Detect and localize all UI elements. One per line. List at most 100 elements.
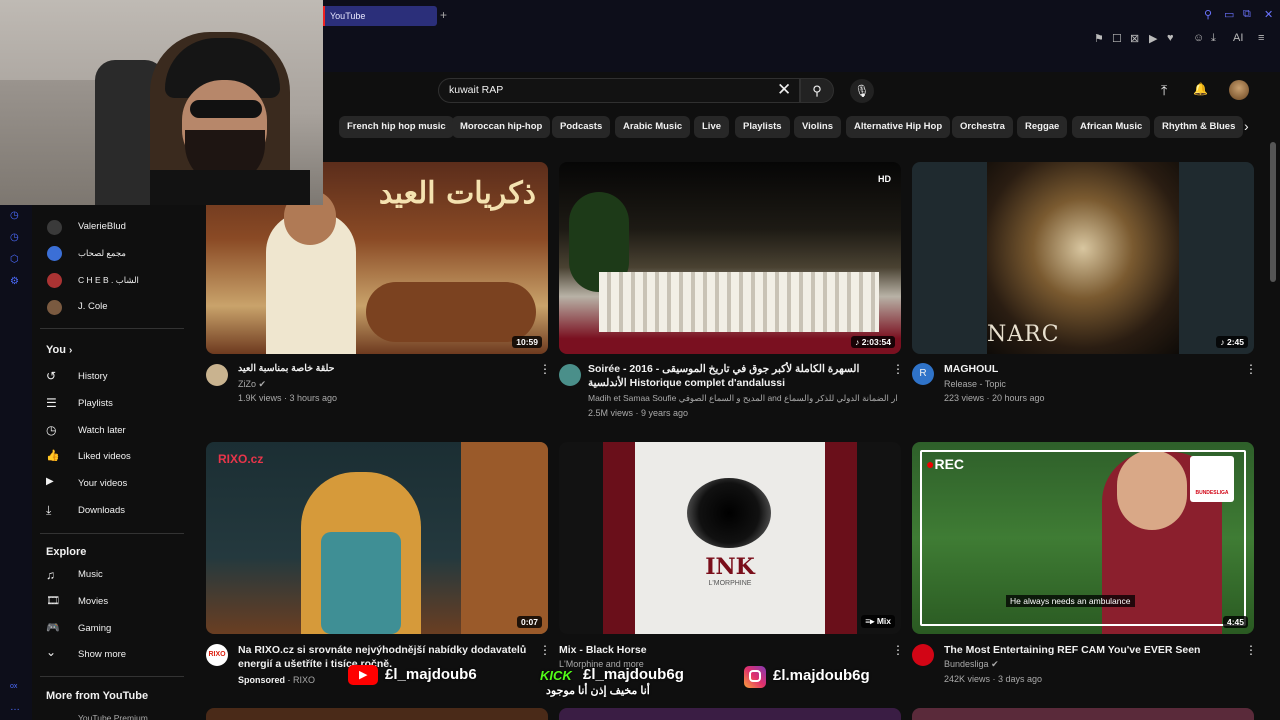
sidebar-item-downloads[interactable]: Downloads [78,504,125,518]
screen: { "browser": { "tab_title": "YouTube", "… [0,0,1280,720]
webcam-glasses [190,100,262,118]
scrollbar-thumb[interactable] [1270,142,1276,282]
more-options-icon[interactable]: ⋮ [539,643,551,657]
verified-icon: ✔ [991,659,999,669]
chevron-right-icon: › [69,345,73,356]
upload-icon[interactable]: ⤒ [1161,82,1167,99]
pin-icon[interactable]: ⚑ [1094,32,1104,45]
chip[interactable]: Rhythm & Blues [1154,116,1244,138]
play-icon[interactable]: ▶ [1149,32,1157,45]
sidebar-item-your-videos[interactable]: Your videos [78,477,127,491]
voice-search-button[interactable]: 🎙 [850,79,874,103]
channel-avatar[interactable]: R [912,363,934,385]
chip[interactable]: Playlists [735,116,790,138]
channel-name[interactable]: Release - Topic [944,378,1006,391]
more-options-icon[interactable]: ⋮ [892,643,904,657]
ai-icon[interactable]: AI [1233,32,1243,44]
instagram-glyph [749,670,761,682]
subscription-label[interactable]: C H E B . الشاب [78,273,139,287]
channel-avatar[interactable]: RIXO [206,644,228,666]
browser-tab-youtube[interactable]: YouTube [322,6,437,26]
video-title[interactable]: Na RIXO.cz si srovnáte nejvýhodnější nab… [238,643,528,671]
video-title[interactable]: Soirée - 2016 - السهرة الكاملة لأكبر جوق… [588,362,888,390]
channel-name[interactable]: Madih et Samaa Soufie المديح و السماع ال… [588,392,898,405]
subscription-label[interactable]: مجمع لصحاب [78,246,126,260]
verified-icon: ✔ [258,379,267,389]
sidebar-item-premium[interactable]: YouTube Premium [78,711,148,720]
video-thumbnail[interactable]: RIXO.cz 0:07 [206,442,548,634]
more-options-icon[interactable]: ⋮ [1245,362,1257,376]
profile-icon[interactable]: ☺ [1193,32,1204,44]
heart-icon[interactable]: ♥ [1167,32,1174,44]
search-icon[interactable]: ⚲ [1204,8,1212,21]
channel-name[interactable]: Bundesliga ✔ [944,658,999,671]
video-title[interactable]: Mix - Black Horse [559,643,859,657]
mix-badge: ≡▸ Mix [861,615,895,628]
box-icon[interactable]: ⊠ [1130,32,1139,45]
chip[interactable]: French hip hop music [339,116,454,138]
chip[interactable]: Violins [794,116,841,138]
history-icon[interactable]: ◷ [10,232,19,243]
sidebar-item-gaming[interactable]: Gaming [78,622,111,636]
sidebar-item-movies[interactable]: Movies [78,595,108,609]
channel-avatar[interactable] [912,644,934,666]
chevron-right-icon[interactable]: › [1244,118,1249,134]
screenshot-icon[interactable]: ☐ [1112,32,1122,45]
rail-label-icon[interactable]: ox [10,683,17,690]
search-button[interactable]: ⚲ [800,78,834,103]
more-icon[interactable]: … [10,702,20,713]
chip[interactable]: Alternative Hip Hop [846,116,951,138]
search-query[interactable]: kuwait RAP [449,84,503,96]
new-tab-button[interactable]: + [440,8,447,22]
more-options-icon[interactable]: ⋮ [892,362,904,376]
more-options-icon[interactable]: ⋮ [539,362,551,376]
sidebar-item-history[interactable]: History [78,370,108,384]
video-title[interactable]: MAGHOUL [944,362,1224,376]
channel-avatar[interactable] [206,364,228,386]
chip[interactable]: African Music [1072,116,1151,138]
channel-name[interactable]: ZiZo ✔ [238,378,266,391]
video-title[interactable]: حلقة خاصة بمناسبة العيد [238,362,528,376]
chip[interactable]: Live [694,116,730,138]
video-thumbnail[interactable]: ●REC BUNDESLIGA He always needs an ambul… [912,442,1254,634]
video-thumbnail[interactable]: NARC ♪ 2:45 [912,162,1254,354]
chip[interactable]: Podcasts [552,116,611,138]
notifications-icon[interactable]: 🔔 [1193,82,1208,96]
close-icon[interactable]: ✕ [1264,8,1273,21]
channel-avatar[interactable] [559,364,581,386]
sidebar-item-playlists[interactable]: Playlists [78,397,113,411]
account-avatar[interactable] [1229,80,1249,100]
chip[interactable]: Arabic Music [615,116,691,138]
you-heading[interactable]: You › [46,344,72,356]
download-icon[interactable]: ⤓ [1211,32,1216,45]
minimize-icon[interactable]: ▭ [1224,8,1234,21]
more-options-icon[interactable]: ⋮ [1245,643,1257,657]
kick-arabic-overlay: أنا مخيف إذن أنا موجود [546,685,650,697]
settings-icon[interactable]: ⚙ [10,276,19,287]
movies-icon: 🎞 [46,595,60,607]
chip[interactable]: Reggae [1017,116,1068,138]
menu-icon[interactable]: ≡ [1258,32,1264,44]
extension-icon[interactable]: ⬡ [10,254,19,265]
chip[interactable]: Orchestra [952,116,1013,138]
your-videos-icon: ▶ [46,476,54,487]
video-thumbnail[interactable] [912,708,1254,720]
subscription-label[interactable]: J. Cole [78,300,108,314]
clock-icon[interactable]: ◷ [10,210,19,221]
chip[interactable]: Moroccan hip-hop [452,116,551,138]
sidebar-item-watch-later[interactable]: Watch later [78,424,126,438]
sidebar-item-music[interactable]: Music [78,568,103,582]
video-thumbnail[interactable]: INK L'MORPHINE ≡▸ Mix [559,442,901,634]
sidebar-item-show-more[interactable]: Show more [78,648,126,662]
restore-icon[interactable]: ⧉ [1243,8,1251,21]
video-title[interactable]: The Most Entertaining REF CAM You've EVE… [944,643,1234,657]
clear-search-icon[interactable]: ✕ [777,80,791,100]
sidebar-item-liked[interactable]: Liked videos [78,450,131,464]
video-thumbnail[interactable] [559,708,901,720]
video-thumbnail[interactable] [206,708,548,720]
video-meta: 242K views · 3 days ago [944,674,1043,684]
video-thumbnail[interactable]: HD ♪ 2:03:54 [559,162,901,354]
rec-label: ●REC [926,456,964,472]
channel-label[interactable]: RIXO [293,675,315,685]
subscription-label[interactable]: ValerieBlud [78,220,126,234]
